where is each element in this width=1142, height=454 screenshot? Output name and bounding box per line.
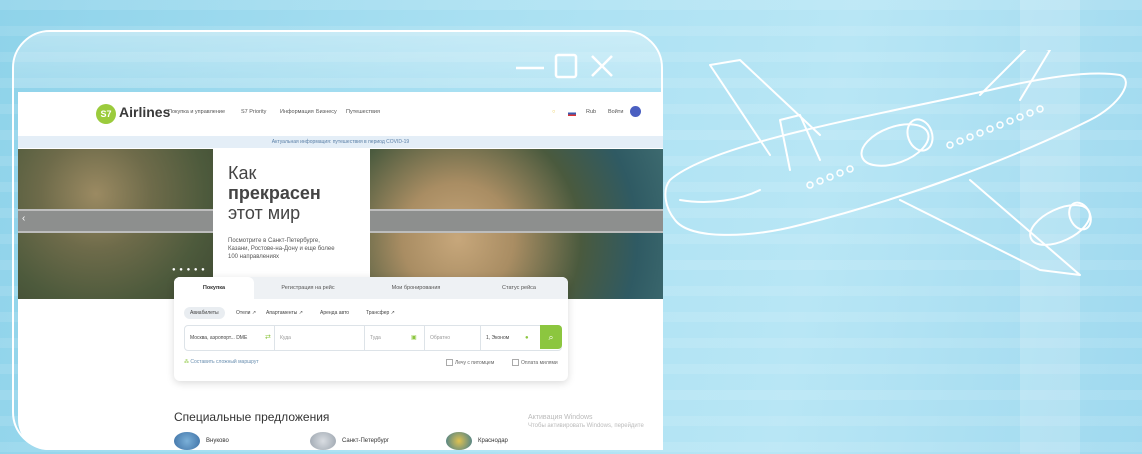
checkbox-icon — [446, 359, 453, 366]
tab-flight-status[interactable]: Статус рейса — [470, 277, 568, 299]
passengers-select[interactable]: 1, Эконом — [481, 326, 541, 350]
windows-activation-watermark: Активация Windows Чтобы активировать Win… — [528, 414, 644, 430]
watermark-line1: Активация Windows — [528, 414, 593, 421]
hero-title-line3: этот мир — [228, 203, 301, 223]
nav-item-purchase[interactable]: Покупка и управление — [168, 109, 225, 115]
avatar[interactable] — [630, 106, 641, 117]
search-icon[interactable]: ○ — [552, 109, 555, 115]
tab-bookings[interactable]: Мои бронирования — [362, 277, 470, 299]
window-controls — [516, 53, 613, 79]
offer-image[interactable] — [446, 432, 472, 450]
watermark-line2: Чтобы активировать Windows, перейдите — [528, 423, 644, 429]
hero-title-line1: Как — [228, 163, 257, 183]
flag-icon[interactable] — [568, 111, 576, 116]
search-fields: Москва, аэропорт... DME ⇄ Куда Туда ▣ Об… — [184, 325, 562, 351]
pill-flights[interactable]: Авиабилеты — [184, 307, 225, 319]
pill-transfer[interactable]: Трансфер ↗ — [366, 307, 395, 319]
nav-item-priority[interactable]: S7 Priority — [241, 109, 266, 115]
tab-checkin[interactable]: Регистрация на рейс — [254, 277, 362, 299]
pill-apartments[interactable]: Апартаменты ↗ — [266, 307, 303, 319]
route-icon: ⁂ — [184, 359, 189, 365]
booking-widget: Покупка Регистрация на рейс Мои брониров… — [174, 277, 568, 381]
user-icon[interactable]: ● — [525, 326, 529, 350]
hero-title-line2: прекрасен — [228, 183, 321, 203]
swap-icon[interactable]: ⇄ — [265, 326, 271, 350]
pet-checkbox[interactable]: Лечу с питомцем — [446, 359, 494, 366]
complex-route-link[interactable]: ⁂ Составить сложный маршрут — [184, 359, 259, 365]
site-header: S7 Airlines Покупка и управление S7 Prio… — [18, 92, 663, 134]
offer-spb[interactable]: Санкт-Петербург — [342, 438, 389, 444]
search-button[interactable]: ⌕ — [540, 325, 562, 349]
hero-title: Как прекрасен этот мир — [228, 163, 321, 223]
browser-page: S7 Airlines Покупка и управление S7 Prio… — [18, 92, 663, 450]
logo-text[interactable]: Airlines — [119, 104, 170, 120]
hero-subtitle: Посмотрите в Санкт-Петербурге, Казани, Р… — [228, 238, 335, 260]
login-link[interactable]: Войти — [608, 109, 623, 115]
carousel-dots[interactable]: ● ● ● ● ● — [172, 267, 206, 273]
from-input[interactable]: Москва, аэропорт... DME — [185, 326, 275, 350]
calendar-icon[interactable]: ▣ — [411, 326, 417, 350]
maximize-icon — [554, 53, 578, 79]
special-offers-title: Специальные предложения — [174, 410, 330, 424]
s7-logo-icon[interactable]: S7 — [96, 104, 116, 124]
offer-image[interactable] — [174, 432, 200, 450]
pet-checkbox-label: Лечу с питомцем — [455, 359, 495, 366]
offer-vnukovo[interactable]: Внуково — [206, 438, 229, 444]
nav-item-business[interactable]: Бизнесу — [316, 109, 337, 115]
search-icon: ⌕ — [548, 332, 554, 342]
currency-selector[interactable]: Rub — [586, 109, 596, 115]
to-input[interactable]: Куда — [275, 326, 365, 350]
complex-route-label: Составить сложный маршрут — [190, 359, 259, 365]
offer-krasnodar[interactable]: Краснодар — [478, 438, 508, 444]
close-icon — [591, 55, 613, 77]
return-date-input[interactable]: Обратно — [425, 326, 481, 350]
airplane-illustration-icon — [664, 50, 1127, 276]
checkbox-icon — [512, 359, 519, 366]
tab-purchase[interactable]: Покупка — [174, 277, 254, 299]
pill-car-rental[interactable]: Аренда авто — [320, 307, 349, 319]
pill-hotels[interactable]: Отели ↗ — [236, 307, 256, 319]
nav-item-travel[interactable]: Путешествия — [346, 109, 380, 115]
miles-checkbox[interactable]: Оплата милями — [512, 359, 558, 366]
booking-tabs: Покупка Регистрация на рейс Мои брониров… — [174, 277, 568, 299]
offer-image[interactable] — [310, 432, 336, 450]
covid-notice[interactable]: Актуальная информация: путешествия в пер… — [18, 136, 663, 148]
nav-item-info[interactable]: Информация — [280, 109, 314, 115]
carousel-prev-icon[interactable]: ‹ — [22, 213, 25, 224]
miles-checkbox-label: Оплата милями — [521, 359, 558, 366]
